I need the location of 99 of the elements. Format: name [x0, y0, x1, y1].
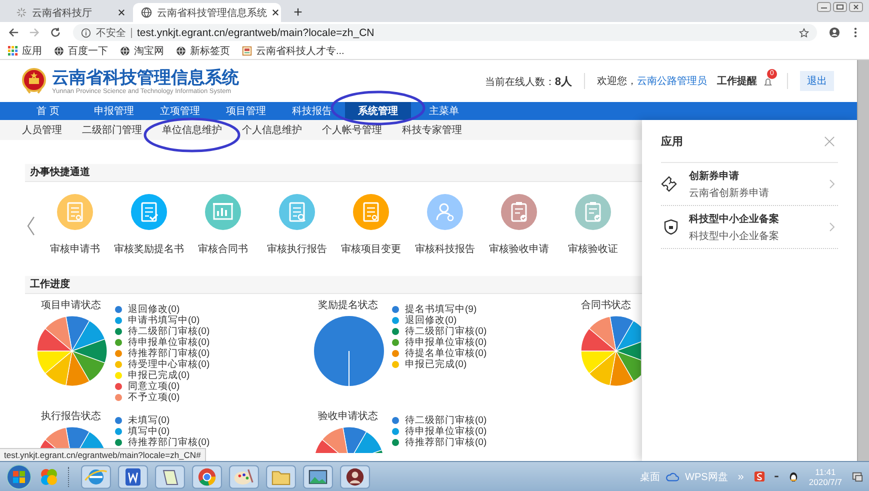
info-icon [81, 28, 91, 38]
bookmark[interactable]: 百度一下 [54, 44, 108, 58]
apps-grid-icon [8, 46, 18, 56]
url-text: test.ynkjt.egrant.cn/egrantweb/main?locale=zh_CN [137, 26, 374, 38]
globe-icon [141, 7, 152, 18]
app-list-item[interactable]: 创新券申请 云南省创新券申请 [661, 163, 838, 206]
legend-label[interactable]: 退回修改(0) [128, 304, 180, 315]
status-url: test.ynkjt.egrant.cn/egrantweb/main?locale=zh_CN# [0, 448, 206, 461]
close-icon[interactable] [272, 9, 279, 16]
avatar-icon[interactable] [340, 464, 370, 488]
sub-nav-link[interactable]: 科技专家管理 [402, 123, 462, 137]
bookmark[interactable]: 应用 [8, 44, 42, 58]
cloud-icon[interactable] [666, 472, 679, 482]
pie-chart-drawing [314, 427, 384, 453]
restore-icon[interactable] [833, 2, 847, 12]
browser-tab[interactable]: 云南省科技厅 [8, 3, 133, 22]
reload-icon[interactable] [50, 27, 61, 38]
notepad-icon[interactable] [155, 464, 185, 488]
bookmark[interactable]: 云南省科技人才专... [242, 44, 344, 58]
legend-label[interactable]: 待二级部门审核(0) [128, 326, 210, 337]
legend-label[interactable]: 待申报单位审核(0) [405, 337, 487, 348]
sub-nav-link[interactable]: 个人信息维护 [242, 123, 302, 137]
globe-icon [120, 46, 130, 56]
close-icon[interactable] [849, 2, 863, 12]
nav-tab[interactable]: 首 页 [15, 102, 81, 120]
legend-label[interactable]: 待推荐部门审核(0) [128, 348, 210, 359]
chevron-left-icon[interactable] [27, 216, 35, 236]
chart-title: 奖励提名状态 [318, 298, 378, 312]
panel-title: 应用 [661, 134, 683, 148]
globe-icon [176, 46, 186, 56]
sub-nav-link[interactable]: 单位信息维护 [162, 123, 222, 137]
spinner-icon [16, 7, 27, 18]
s-app-icon[interactable] [754, 471, 765, 482]
legend-label[interactable]: 待推荐部门审核(0) [405, 437, 487, 448]
chart-title: 合同书状态 [581, 298, 631, 312]
document-app-icon[interactable] [118, 464, 148, 488]
nav-tab[interactable]: 主菜单 [411, 102, 477, 120]
show-desktop-icon[interactable] [852, 471, 863, 482]
star-icon[interactable] [799, 28, 809, 38]
legend-label[interactable]: 同意立项(0) [128, 381, 180, 392]
chevron-right-icon [829, 179, 835, 189]
palette-icon[interactable] [229, 464, 259, 488]
legend-label[interactable]: 待申报单位审核(0) [405, 426, 487, 437]
new-tab-button[interactable]: + [287, 3, 309, 22]
bookmark[interactable]: 新标签页 [176, 44, 230, 58]
legend-label[interactable]: 未填写(0) [128, 415, 170, 426]
start-button[interactable] [6, 464, 32, 490]
user-link[interactable]: 云南公路管理员 [637, 74, 707, 88]
app-list-item[interactable]: 科技型中小企业备案 科技型中小企业备案 [661, 206, 838, 249]
security-label: 不安全 [96, 26, 126, 40]
welcome-text: 欢迎您， [597, 74, 637, 88]
legend-label[interactable]: 不予立项(0) [128, 392, 180, 403]
legend-label[interactable]: 填写中(0) [128, 426, 170, 437]
colored-blocks-icon[interactable] [39, 466, 59, 486]
legend-label[interactable]: 退回修改(0) [405, 315, 457, 326]
nav-tab[interactable]: 系统管理 [345, 102, 411, 120]
page-icon [242, 46, 252, 56]
minimize-icon[interactable] [817, 2, 831, 12]
pie-chart-drawing [314, 316, 384, 386]
browser-tab[interactable]: 云南省科技管理信息系统 [133, 3, 281, 22]
legend-label[interactable]: 提名书填写中(9) [405, 304, 477, 315]
nav-tab[interactable]: 项目管理 [213, 102, 279, 120]
emblem-icon [22, 68, 46, 94]
legend-label[interactable]: 待受理中心审核(0) [128, 359, 210, 370]
legend-label[interactable]: 待推荐部门审核(0) [128, 437, 210, 448]
account-icon[interactable] [829, 27, 840, 38]
photo-icon[interactable] [303, 464, 333, 488]
legend-label[interactable]: 待申报单位审核(0) [128, 337, 210, 348]
sub-nav-link[interactable]: 人员管理 [22, 123, 62, 137]
online-count-text: 当前在线人数：8人 [484, 74, 572, 88]
sub-nav-link[interactable]: 二级部门管理 [82, 123, 142, 137]
legend-label[interactable]: 申报已完成(0) [128, 370, 190, 381]
scrollbar[interactable] [857, 60, 869, 461]
chevron-right-icon [829, 222, 835, 232]
bell-icon[interactable] [763, 77, 773, 87]
legend-label[interactable]: 待二级部门审核(0) [405, 326, 487, 337]
back-icon[interactable] [8, 27, 19, 38]
chart-title: 项目申请状态 [41, 298, 101, 312]
close-icon[interactable] [118, 9, 125, 16]
nav-tab[interactable]: 申报管理 [81, 102, 147, 120]
legend-label[interactable]: 申报已完成(0) [405, 359, 467, 370]
sub-nav-link[interactable]: 个人帐号管理 [322, 123, 382, 137]
legend-label[interactable]: 待提名单位审核(0) [405, 348, 487, 359]
reminder-button[interactable]: 工作提醒 [717, 74, 757, 88]
pie-chart-drawing [37, 316, 107, 386]
legend-label[interactable]: 待二级部门审核(0) [405, 415, 487, 426]
site-title: 云南省科技管理信息系统 [52, 68, 239, 88]
bookmark[interactable]: 淘宝网 [120, 44, 164, 58]
globe-icon [54, 46, 64, 56]
nav-tab[interactable]: 立项管理 [147, 102, 213, 120]
legend-label[interactable]: 申请书填写中(0) [128, 315, 200, 326]
address-bar[interactable]: 不安全 test.ynkjt.egrant.cn/egrantweb/main?locale=zh_CN [73, 24, 817, 41]
color-wheel-icon[interactable] [192, 464, 222, 488]
chart-title: 执行报告状态 [41, 410, 101, 423]
penguin-icon[interactable] [788, 471, 799, 482]
nav-tab[interactable]: 科技报告 [279, 102, 345, 120]
chart-title: 验收申请状态 [318, 410, 378, 423]
globe-e-icon[interactable] [81, 464, 111, 488]
logout-button[interactable]: 退出 [800, 71, 834, 91]
